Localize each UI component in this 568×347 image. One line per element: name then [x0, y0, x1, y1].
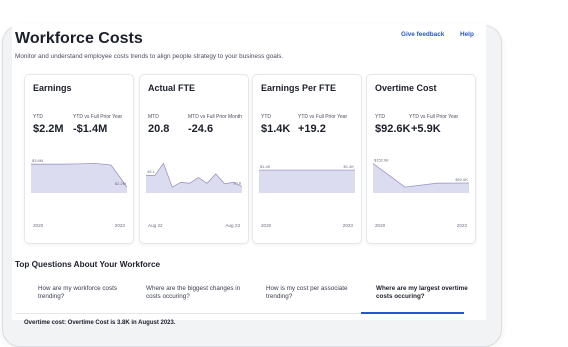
give-feedback-link[interactable]: Give feedback: [401, 31, 444, 38]
metric-value: 20.8: [148, 123, 170, 135]
sparkline-start-label: $1.4K: [260, 164, 271, 169]
page-title: Workforce Costs: [15, 30, 143, 47]
metric-label: YTD vs Full Prior Year: [73, 114, 123, 120]
sparkline-end-label: $2.2M: [115, 181, 126, 186]
sparkline-end-label: $92.6K: [455, 177, 468, 182]
card-title: Overtime Cost: [375, 83, 437, 93]
earnings-card[interactable]: Earnings YTD YTD vs Full Prior Year $2.2…: [24, 74, 134, 244]
metric-value: +19.2: [298, 123, 326, 135]
metric-value: -24.6: [188, 123, 214, 135]
sparkline-end-label: $1.4K: [344, 164, 355, 169]
metric-label: YTD: [261, 114, 271, 120]
overtime-cost-sparkline: $152.9K $92.6K: [373, 157, 469, 193]
earnings-per-fte-sparkline: $1.4K $1.4K: [259, 164, 355, 193]
metric-value: $1.4K: [261, 123, 291, 135]
sparkline-area: [259, 170, 355, 193]
questions-title: Top Questions About Your Workforce: [15, 260, 161, 269]
sparkline-start-label: $3.6M: [32, 158, 43, 163]
x-axis-end-label: 2023: [114, 223, 125, 228]
metric-value: $92.6K: [375, 123, 411, 135]
card-title: Earnings: [33, 83, 72, 93]
x-axis-start-label: 2020: [375, 223, 386, 228]
overtime-cost-card[interactable]: Overtime Cost YTD YTD vs Full Prior Year…: [366, 74, 476, 244]
metric-value: $2.2M: [33, 123, 64, 135]
sparkline-start-label: $152.9K: [374, 157, 389, 162]
active-tab-indicator: [361, 312, 464, 314]
x-axis-end-label: 2023: [456, 223, 467, 228]
sparkline-end-label: 20.8: [233, 181, 242, 186]
question-tab-active[interactable]: Where are my largest overtime costs occu…: [376, 285, 476, 301]
sparkline-start-label: 45.1: [147, 169, 156, 174]
x-axis-start-label: 2020: [261, 223, 272, 228]
question-tab[interactable]: Where are the biggest changes in costs o…: [146, 285, 246, 301]
card-title: Actual FTE: [148, 83, 196, 93]
metric-label: YTD: [33, 114, 43, 120]
metric-value: -$1.4M: [73, 123, 108, 135]
actual-fte-sparkline: 45.1 20.8: [146, 162, 242, 193]
actual-fte-card[interactable]: Actual FTE MTD MTD vs Full Prior Month 2…: [139, 74, 249, 244]
x-axis-start-label: Aug 22: [148, 223, 163, 228]
metric-label: MTD vs Full Prior Month: [188, 114, 242, 120]
x-axis-end-label: Aug 23: [225, 223, 240, 228]
question-tab[interactable]: How are my workforce costs trending?: [38, 285, 138, 301]
question-answer: Overtime cost: Overtime Cost is 3.8K in …: [24, 320, 176, 326]
metric-label: YTD: [375, 114, 385, 120]
help-link[interactable]: Help: [460, 31, 474, 38]
metric-value: +5.9K: [411, 123, 441, 135]
x-axis-start-label: 2020: [33, 223, 44, 228]
earnings-sparkline: $3.6M $2.2M: [31, 158, 127, 193]
question-tab[interactable]: How is my cost per associate trending?: [266, 285, 366, 301]
metric-label: YTD vs Full Prior Year: [298, 114, 348, 120]
card-title: Earnings Per FTE: [261, 83, 337, 93]
x-axis-end-label: 2023: [342, 223, 353, 228]
page-subtitle: Monitor and understand employee costs tr…: [15, 53, 284, 60]
metric-label: MTD: [148, 114, 159, 120]
metric-label: YTD vs Full Prior Year: [409, 114, 459, 120]
earnings-per-fte-card[interactable]: Earnings Per FTE YTD YTD vs Full Prior Y…: [252, 74, 362, 244]
